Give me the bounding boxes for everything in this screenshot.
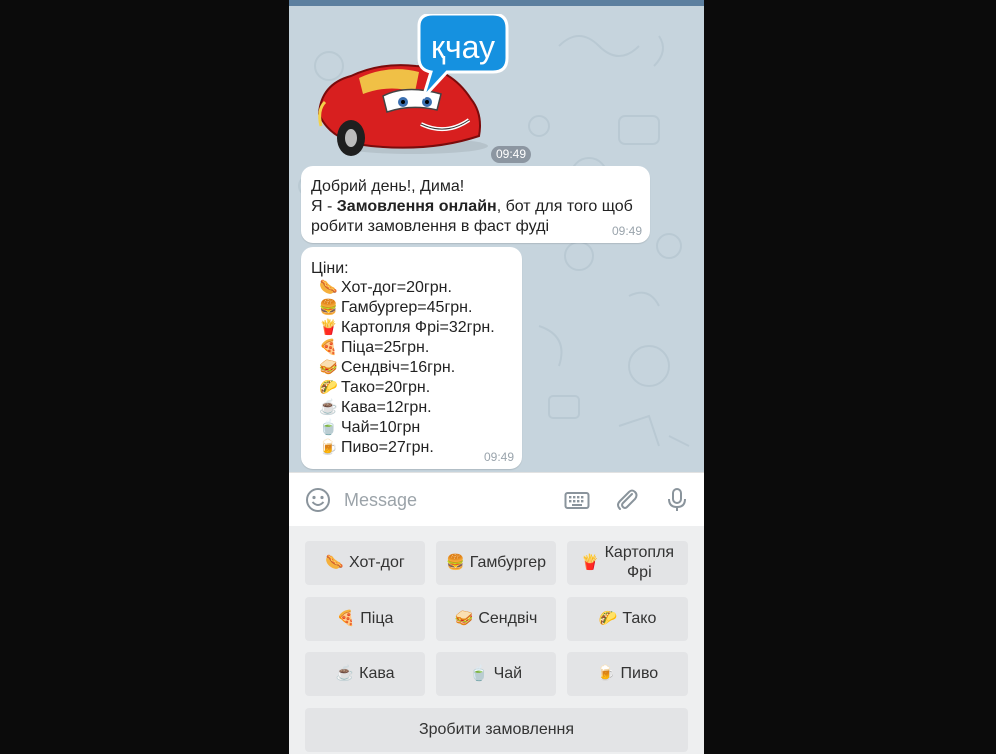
hamburger-button[interactable]: 🍔 Гамбургер: [436, 541, 556, 585]
attach-icon[interactable]: [614, 487, 640, 513]
tea-icon: 🍵: [319, 419, 338, 436]
button-label: Пиво: [620, 665, 659, 682]
hot-dog-icon: 🌭: [325, 554, 344, 571]
greeting-line-2-prefix: Я -: [311, 198, 337, 215]
microphone-icon[interactable]: [664, 487, 690, 513]
greeting-message[interactable]: Добрий день!, Дима! Я - Замовлення онлай…: [301, 166, 650, 243]
price-item-coffee: ☕ Кава=12грн.: [319, 398, 495, 418]
sandwich-button[interactable]: 🥪 Сендвіч: [436, 597, 556, 641]
sandwich-icon: 🥪: [454, 610, 474, 627]
message-input-bar: Message: [289, 472, 704, 527]
price-item-text: Хот-дог=20грн.: [341, 279, 452, 296]
greeting-line-3: робити замовлення в фаст фуді: [311, 218, 550, 235]
price-item-tea: 🍵 Чай=10грн: [319, 418, 495, 438]
hot-dog-icon: 🌭: [319, 279, 338, 296]
place-order-button[interactable]: Зробити замовлення: [305, 708, 688, 752]
button-label: Хот-дог: [348, 554, 405, 571]
coffee-icon: ☕: [319, 399, 338, 416]
taco-icon: 🌮: [319, 379, 338, 396]
button-label: Тако: [622, 610, 657, 627]
beer-icon: 🍺: [319, 439, 338, 456]
bot-keyboard: 🌭 Хот-дог 🍔 Гамбургер 🍟 Картопля Фрі 🍕 Піца …: [289, 526, 704, 754]
emoji-icon[interactable]: [305, 487, 331, 513]
message-timestamp: 09:49: [483, 450, 514, 464]
price-item-taco: 🌮 Тако=20грн.: [319, 378, 495, 398]
greeting-line-2-suffix: , бот для того щоб: [496, 198, 633, 215]
price-item-hot-dog: 🌭 Хот-дог=20грн.: [319, 278, 495, 298]
tea-icon: 🍵: [469, 665, 489, 682]
price-item-text: Кава=12грн.: [341, 399, 432, 416]
button-label: Зробити замовлення: [418, 721, 575, 738]
price-item-text: Гамбургер=45грн.: [341, 299, 473, 316]
hamburger-icon: 🍔: [319, 299, 338, 316]
keyboard-icon[interactable]: [564, 487, 590, 513]
price-item-text: Тако=20грн.: [341, 379, 431, 396]
tea-button[interactable]: 🍵 Чай: [436, 652, 556, 696]
coffee-icon: ☕: [335, 665, 355, 682]
button-label: Кава: [359, 665, 395, 682]
chat-area[interactable]: қчау 09:49 Добрий день!, Дима! Я - Замов…: [289, 6, 704, 472]
message-input[interactable]: Message: [344, 490, 417, 511]
sandwich-icon: 🥪: [319, 359, 338, 376]
greeting-line-1: Добрий день!, Дима!: [311, 178, 465, 195]
beer-button[interactable]: 🍺 Пиво: [567, 652, 688, 696]
button-label: Гамбургер: [469, 554, 546, 571]
fries-icon: 🍟: [319, 319, 338, 336]
price-list-message[interactable]: Ціни: 🌭 Хот-дог=20грн. 🍔 Гамбургер=45грн. …: [301, 247, 522, 469]
bot-name: Замовлення онлайн: [336, 198, 497, 215]
price-item-beer: 🍺 Пиво=27грн.: [319, 438, 495, 458]
pizza-icon: 🍕: [336, 610, 356, 627]
hot-dog-button[interactable]: 🌭 Хот-дог: [305, 541, 425, 585]
button-label: Сендвіч: [478, 610, 538, 627]
hamburger-icon: 🍔: [446, 554, 465, 571]
taco-icon: 🌮: [598, 610, 618, 627]
button-label: Картопля Фрі: [604, 544, 675, 581]
sticker-timestamp: 09:49: [491, 146, 531, 163]
button-label: Чай: [493, 665, 523, 682]
price-list: 🌭 Хот-дог=20грн. 🍔 Гамбургер=45грн. 🍟 Карто…: [319, 278, 495, 458]
phone-screen: қчау 09:49 Добрий день!, Дима! Я - Замов…: [289, 0, 704, 754]
price-item-sandwich: 🥪 Сендвіч=16грн.: [319, 358, 495, 378]
pizza-button[interactable]: 🍕 Піца: [305, 597, 425, 641]
sticker-lightning-mcqueen[interactable]: қчау 09:49: [311, 12, 531, 164]
price-item-text: Сендвіч=16грн.: [341, 359, 456, 376]
price-item-text: Піца=25грн.: [341, 339, 430, 356]
price-item-pizza: 🍕 Піца=25грн.: [319, 338, 495, 358]
taco-button[interactable]: 🌮 Тако: [567, 597, 688, 641]
sticker-image: қчау: [317, 12, 509, 156]
message-timestamp: 09:49: [611, 224, 642, 238]
greeting-line-2: Я - Замовлення онлайн, бот для того щоб: [311, 197, 633, 217]
price-item-hamburger: 🍔 Гамбургер=45грн.: [319, 298, 495, 318]
price-item-text: Чай=10грн: [341, 419, 421, 436]
fries-button[interactable]: 🍟 Картопля Фрі: [567, 541, 688, 585]
beer-icon: 🍺: [596, 665, 616, 682]
sticker-text: қчау: [431, 29, 495, 65]
price-item-text: Пиво=27грн.: [341, 439, 434, 456]
fries-icon: 🍟: [580, 554, 600, 571]
button-label: Піца: [360, 610, 394, 627]
pizza-icon: 🍕: [319, 339, 338, 356]
coffee-button[interactable]: ☕ Кава: [305, 652, 425, 696]
price-item-text: Картопля Фрі=32грн.: [341, 319, 495, 336]
price-list-title: Ціни:: [311, 260, 349, 277]
price-item-fries: 🍟 Картопля Фрі=32грн.: [319, 318, 495, 338]
